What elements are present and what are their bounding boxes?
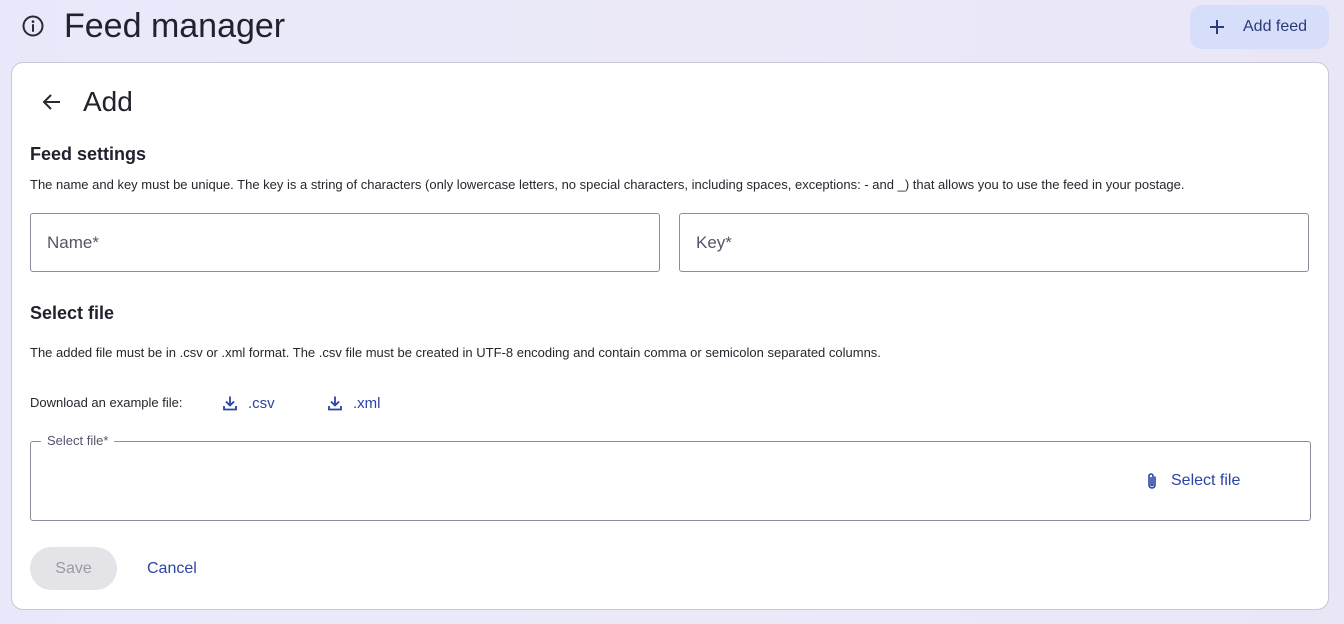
download-xml-link[interactable]: .xml bbox=[327, 391, 381, 415]
download-csv-link[interactable]: .csv bbox=[222, 391, 275, 415]
page-title: Feed manager bbox=[64, 7, 286, 45]
save-button[interactable]: Save bbox=[30, 547, 117, 590]
feed-settings-title: Feed settings bbox=[30, 144, 147, 164]
arrow-left-icon[interactable] bbox=[42, 92, 62, 112]
download-icon bbox=[223, 396, 237, 411]
cancel-button[interactable]: Cancel bbox=[147, 547, 197, 590]
download-icon bbox=[328, 396, 342, 411]
select-file-title: Select file bbox=[30, 303, 115, 323]
select-file-button[interactable]: Select file bbox=[1145, 470, 1240, 492]
download-xml-label: .xml bbox=[353, 394, 381, 412]
feed-settings-description: The name and key must be unique. The key… bbox=[30, 177, 1185, 192]
select-file-description: The added file must be in .csv or .xml f… bbox=[30, 345, 881, 360]
top-bar: Feed manager Add feed bbox=[0, 0, 1344, 56]
file-upload-field[interactable]: Select file* Select file bbox=[30, 433, 1311, 521]
plus-icon bbox=[1208, 18, 1226, 36]
key-input[interactable] bbox=[680, 214, 1308, 271]
name-field[interactable] bbox=[30, 213, 660, 272]
download-example-label: Download an example file: bbox=[30, 395, 183, 410]
paperclip-icon bbox=[1148, 473, 1156, 489]
file-field-label: Select file* bbox=[41, 433, 115, 449]
add-feed-button[interactable]: Add feed bbox=[1190, 5, 1329, 49]
name-input[interactable] bbox=[31, 214, 659, 271]
select-file-label: Select file bbox=[1171, 472, 1241, 489]
add-feed-label: Add feed bbox=[1243, 18, 1308, 35]
card-title: Add bbox=[83, 86, 133, 117]
add-feed-card: Add Feed settings The name and key must … bbox=[11, 62, 1329, 610]
info-circle-icon[interactable] bbox=[22, 15, 44, 37]
key-field[interactable] bbox=[679, 213, 1309, 272]
download-csv-label: .csv bbox=[248, 394, 275, 412]
